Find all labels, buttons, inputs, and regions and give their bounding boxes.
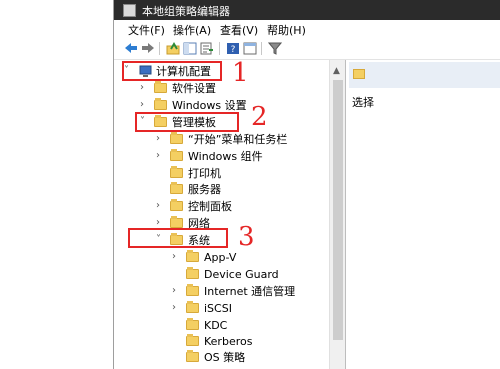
menu-bar: 文件(F) 操作(A) 查看(V) 帮助(H): [114, 20, 500, 38]
folder-icon: [186, 284, 199, 296]
tree-node-label: 打印机: [188, 167, 221, 180]
details-pane: 选择: [346, 60, 500, 369]
folder-icon: [186, 267, 199, 279]
chevron-right-icon[interactable]: ›: [156, 200, 166, 212]
chevron-right-icon[interactable]: ›: [172, 251, 182, 263]
folder-icon: [170, 199, 183, 211]
back-arrow-icon[interactable]: [124, 41, 138, 55]
chevron-right-icon[interactable]: ›: [140, 99, 150, 111]
properties-icon[interactable]: [243, 41, 257, 55]
chevron-right-icon[interactable]: ›: [140, 82, 150, 94]
folder-icon: [186, 301, 199, 313]
folder-icon: [170, 166, 183, 178]
forward-arrow-icon[interactable]: [141, 41, 155, 55]
app-icon: [123, 4, 136, 17]
policy-tree: ˅ 计算机配置 › 软件设置 › Windows 设置 ˅ 管理模板 › “开始…: [114, 60, 329, 369]
annotation-box-1: [122, 61, 222, 81]
toolbar-separator: [159, 42, 160, 55]
annotation-number-3: 3: [238, 222, 255, 252]
tree-node-label: Windows 设置: [172, 99, 247, 112]
folder-icon: [170, 132, 183, 144]
filter-icon[interactable]: [268, 41, 282, 55]
chevron-right-icon[interactable]: ›: [156, 133, 166, 145]
chevron-right-icon[interactable]: ›: [156, 150, 166, 162]
folder-icon: [186, 350, 199, 362]
show-hide-tree-icon[interactable]: [183, 41, 197, 55]
tree-node-label: 软件设置: [172, 82, 216, 95]
chevron-right-icon[interactable]: ›: [172, 285, 182, 297]
details-hint-text: 选择: [352, 96, 374, 109]
toolbar-separator: [261, 42, 262, 55]
folder-icon: [186, 318, 199, 330]
tree-node-label: 服务器: [188, 183, 221, 196]
tree-node-label: App-V: [204, 251, 237, 264]
up-folder-icon[interactable]: [166, 41, 180, 55]
folder-icon: [186, 250, 199, 262]
tree-node-label: OS 策略: [204, 351, 246, 364]
export-list-icon[interactable]: [200, 41, 214, 55]
menu-help[interactable]: 帮助(H): [267, 22, 306, 38]
annotation-number-2: 2: [251, 102, 268, 132]
folder-icon: [154, 81, 167, 93]
chevron-right-icon[interactable]: ›: [172, 302, 182, 314]
folder-icon: [170, 149, 183, 161]
help-icon[interactable]: ?: [226, 41, 240, 55]
window-title: 本地组策略编辑器: [142, 5, 230, 18]
tree-node-label: Internet 通信管理: [204, 285, 296, 298]
tree-node-label: Kerberos: [204, 335, 253, 348]
tree-node-label: iSCSI: [204, 302, 232, 315]
menu-file[interactable]: 文件(F): [128, 22, 165, 38]
tree-scrollbar[interactable]: ▲: [329, 60, 346, 369]
folder-icon: [353, 69, 365, 79]
title-bar[interactable]: 本地组策略编辑器: [114, 0, 500, 20]
tree-node-label: Device Guard: [204, 268, 279, 281]
toolbar-separator: [219, 42, 220, 55]
annotation-box-3: [128, 228, 228, 248]
tree-node-label: “开始”菜单和任务栏: [188, 133, 288, 146]
folder-icon: [154, 98, 167, 110]
scrollbar-thumb[interactable]: [333, 80, 343, 340]
svg-text:?: ?: [231, 45, 236, 55]
tree-node-label: KDC: [204, 319, 228, 332]
details-header: [349, 62, 500, 88]
toolbar: ?: [114, 38, 500, 60]
folder-icon: [170, 182, 183, 194]
tree-node-label: Windows 组件: [188, 150, 263, 163]
menu-action[interactable]: 操作(A): [173, 22, 211, 38]
menu-view[interactable]: 查看(V): [220, 22, 258, 38]
folder-icon: [170, 216, 183, 228]
annotation-box-2: [135, 112, 239, 132]
scroll-up-icon[interactable]: ▲: [333, 66, 340, 76]
annotation-number-1: 1: [232, 58, 249, 88]
folder-icon: [186, 334, 199, 346]
screenshot: 本地组策略编辑器 文件(F) 操作(A) 查看(V) 帮助(H) ? ˅ 计算机…: [0, 0, 500, 369]
tree-node-label: 控制面板: [188, 200, 232, 213]
gpedit-window: 本地组策略编辑器 文件(F) 操作(A) 查看(V) 帮助(H) ? ˅ 计算机…: [113, 0, 500, 369]
